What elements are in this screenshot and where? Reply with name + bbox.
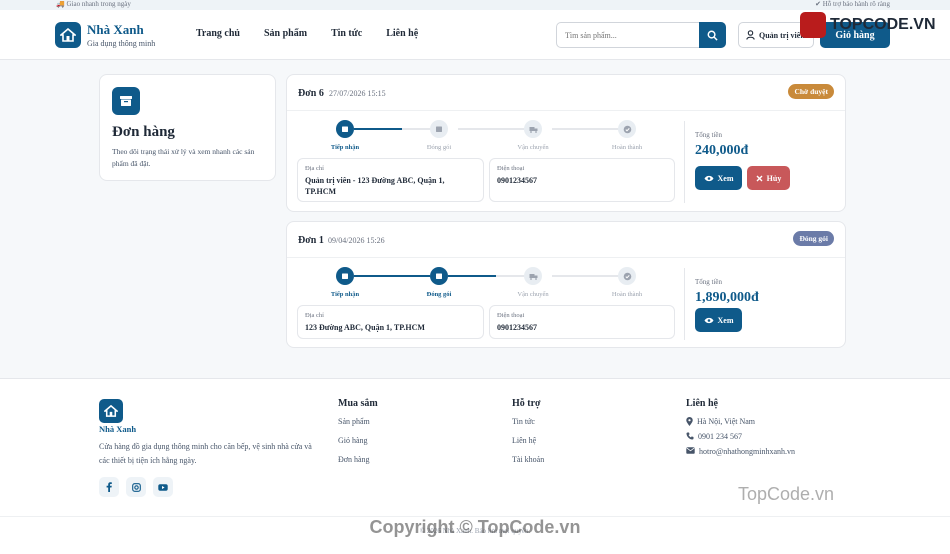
instagram-icon[interactable] <box>126 477 146 497</box>
divider <box>684 121 685 203</box>
social-links <box>99 477 173 497</box>
logo-icon[interactable] <box>55 22 81 48</box>
nav-products[interactable]: Sản phẩm <box>264 28 307 39</box>
truck-icon <box>524 267 542 285</box>
watermark-logo-text: TOPCODE.VN <box>830 16 936 33</box>
step-received: Tiếp nhận <box>300 267 390 298</box>
footer-contact-column: Liên hệ Hà Nội, Việt Nam 0901 234 567 ho… <box>686 398 795 462</box>
total-label: Tổng tiền <box>695 278 723 286</box>
user-icon <box>746 30 755 40</box>
step-packing: Đóng gói <box>394 267 484 298</box>
youtube-icon[interactable] <box>153 477 173 497</box>
phone-icon <box>686 432 694 440</box>
footer-description: Cửa hàng đồ gia dụng thông minh cho căn … <box>99 442 312 465</box>
step-packing: Đóng gói <box>394 120 484 151</box>
footer-shop-column: Mua sắm Sản phẩm Giỏ hàng Đơn hàng <box>338 398 378 474</box>
watermark-center: Copyright © TopCode.vn <box>369 517 581 537</box>
nav-home[interactable]: Trang chủ <box>196 28 240 39</box>
top-strip: 🚚 Giao nhanh trong ngày ✔ Hỗ trợ bảo hàn… <box>0 0 950 10</box>
status-badge: Chờ duyệt <box>788 84 834 99</box>
footer-address: Hà Nội, Việt Nam <box>686 417 795 432</box>
map-pin-icon <box>686 417 693 426</box>
order-progress: Tiếp nhận Đóng gói Vận chuyển Hoàn thành <box>298 120 674 156</box>
close-icon <box>756 175 763 181</box>
watermark-logo: TOPCODE.VN <box>800 12 936 38</box>
orders-intro-card: Đơn hàng Theo dõi trạng thái xử lý và xe… <box>99 74 276 181</box>
order-total: 240,000đ <box>695 143 749 158</box>
logo-icon[interactable] <box>99 399 123 423</box>
step-shipping: Vận chuyển <box>488 120 578 151</box>
divider <box>684 268 685 340</box>
watermark-right: TopCode.vn <box>738 484 835 504</box>
order-progress: Tiếp nhận Đóng gói Vận chuyển Hoàn thành <box>298 267 674 303</box>
order-date: 27/07/2026 15:15 <box>329 89 386 98</box>
step-received: Tiếp nhận <box>300 120 390 151</box>
check-icon <box>618 267 636 285</box>
brand-tagline: Gia dụng thông minh <box>87 39 156 48</box>
page-title: Đơn hàng <box>112 124 175 140</box>
eye-icon <box>704 175 713 181</box>
page-description: Theo dõi trạng thái xử lý và xem nhanh c… <box>112 147 255 168</box>
order-address: Quản trị viên - 123 Đường ABC, Quận 1, T… <box>305 176 445 196</box>
order-phone: 0901234567 <box>497 176 537 185</box>
top-strip-left: 🚚 Giao nhanh trong ngày <box>56 0 131 8</box>
order-header: Đơn 6 27/07/2026 15:15 Chờ duyệt <box>287 75 845 111</box>
address-box: Địa chỉ Quản trị viên - 123 Đường ABC, Q… <box>297 158 484 202</box>
cancel-order-button[interactable]: Hủy <box>747 166 790 190</box>
box-icon <box>430 120 448 138</box>
brand-name[interactable]: Nhà Xanh <box>87 22 144 38</box>
step-shipping: Vận chuyển <box>488 267 578 298</box>
phone-box: Điện thoại 0901234567 <box>489 305 675 339</box>
order-date: 09/04/2026 15:26 <box>328 236 385 245</box>
nav-contact[interactable]: Liên hệ <box>386 28 418 39</box>
footer-link-products[interactable]: Sản phẩm <box>338 417 378 436</box>
status-badge: Đóng gói <box>793 231 834 246</box>
facebook-icon[interactable] <box>99 477 119 497</box>
order-phone: 0901234567 <box>497 323 537 332</box>
eye-icon <box>704 317 713 323</box>
footer-brand: Nhà Xanh <box>99 424 137 434</box>
footer-link-contact[interactable]: Liên hệ <box>512 436 544 455</box>
order-code: Đơn 6 <box>298 88 324 99</box>
total-label: Tổng tiền <box>695 131 723 139</box>
search-input[interactable] <box>557 23 700 47</box>
top-strip-right: ✔ Hỗ trợ bảo hành rõ ràng <box>815 0 890 8</box>
footer-link-orders[interactable]: Đơn hàng <box>338 455 378 474</box>
phone-box: Điện thoại 0901234567 <box>489 158 675 202</box>
footer-support-column: Hỗ trợ Tin tức Liên hệ Tài khoản <box>512 398 544 474</box>
address-box: Địa chỉ 123 Đường ABC, Quận 1, TP.HCM <box>297 305 484 339</box>
box-icon <box>336 267 354 285</box>
account-label: Quản trị viên <box>759 30 805 40</box>
search-box <box>556 22 726 48</box>
footer-email[interactable]: hotro@nhathongminhxanh.vn <box>686 447 795 462</box>
check-icon <box>618 120 636 138</box>
main-nav: Trang chủ Sản phẩm Tin tức Liên hệ <box>196 28 418 39</box>
view-order-button[interactable]: Xem <box>695 308 742 332</box>
box-icon <box>112 87 140 115</box>
order-card: Đơn 6 27/07/2026 15:15 Chờ duyệt Tiếp nh… <box>286 74 846 212</box>
footer-link-news[interactable]: Tin tức <box>512 417 544 436</box>
footer-link-cart[interactable]: Giỏ hàng <box>338 436 378 455</box>
order-code: Đơn 1 <box>298 235 324 246</box>
box-icon <box>336 120 354 138</box>
step-completed: Hoàn thành <box>582 267 672 298</box>
truck-icon <box>524 120 542 138</box>
order-total: 1,890,000đ <box>695 290 759 305</box>
search-icon <box>707 30 718 41</box>
step-completed: Hoàn thành <box>582 120 672 151</box>
order-header: Đơn 1 09/04/2026 15:26 Đóng gói <box>287 222 845 258</box>
footer-link-account[interactable]: Tài khoản <box>512 455 544 474</box>
watermark-mark <box>800 12 826 38</box>
nav-news[interactable]: Tin tức <box>331 28 362 39</box>
order-card: Đơn 1 09/04/2026 15:26 Đóng gói Tiếp nhậ… <box>286 221 846 348</box>
mail-icon <box>686 447 695 454</box>
view-order-button[interactable]: Xem <box>695 166 742 190</box>
box-icon <box>430 267 448 285</box>
order-address: 123 Đường ABC, Quận 1, TP.HCM <box>305 323 425 332</box>
search-button[interactable] <box>699 22 726 48</box>
footer-phone: 0901 234 567 <box>686 432 795 447</box>
